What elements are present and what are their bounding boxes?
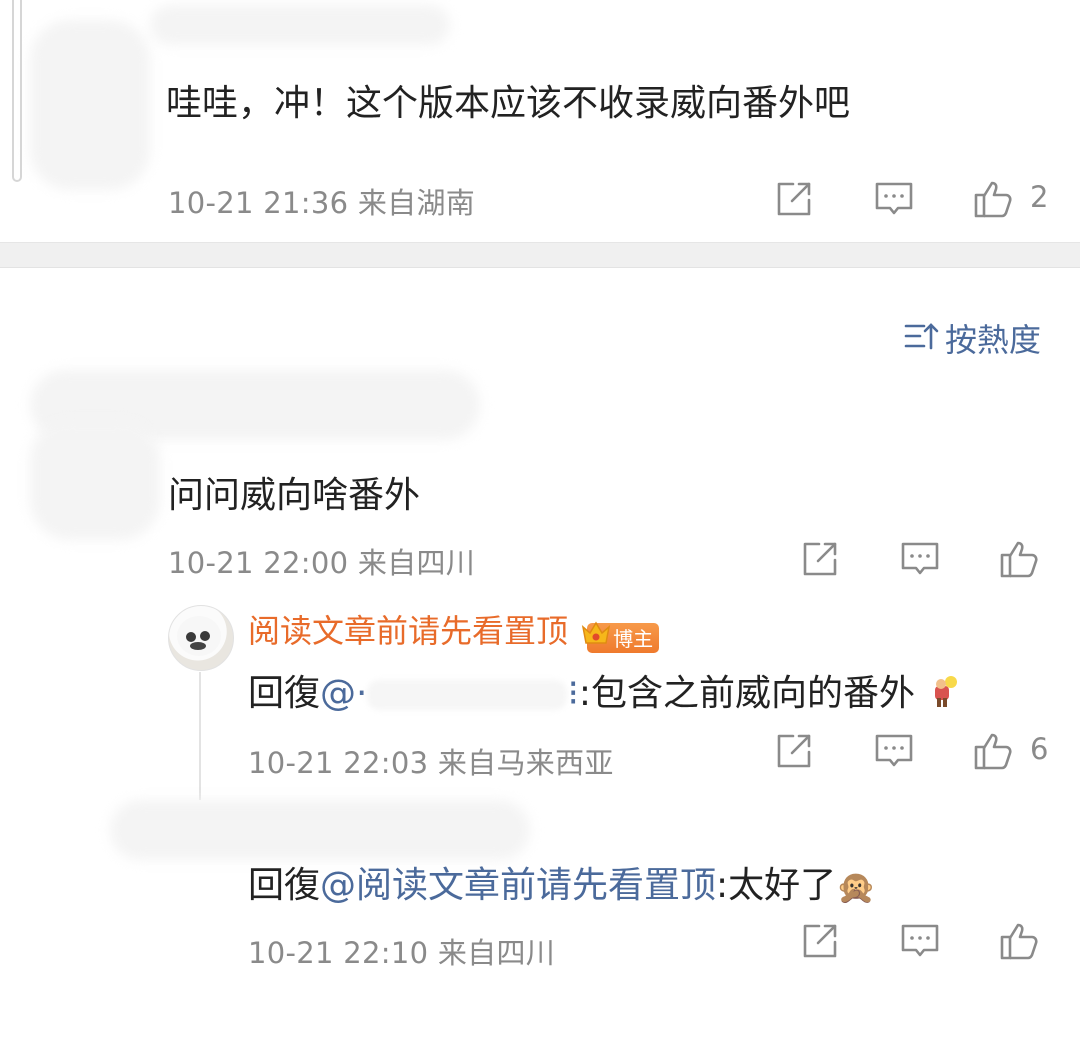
share-icon[interactable] — [773, 178, 815, 220]
share-icon[interactable] — [773, 730, 815, 772]
thumbs-up-icon[interactable] — [998, 538, 1040, 580]
comment-icon[interactable] — [899, 538, 941, 580]
reply-prefix: 回復 — [248, 865, 321, 906]
thumbs-up-icon[interactable] — [972, 178, 1014, 220]
see-no-evil-monkey-emoji: 🙊 — [836, 868, 877, 906]
badge-label: 博主 — [613, 627, 654, 651]
reply-body: :包含之前威向的番外 — [578, 673, 916, 714]
comment-icon[interactable] — [873, 730, 915, 772]
idea-person-icon — [927, 674, 961, 717]
redacted-mention — [367, 680, 568, 710]
crown-icon — [579, 617, 613, 651]
reply-meta: 10-21 22:03 来自马来西亚 — [248, 746, 614, 780]
mention-link[interactable]: @· — [320, 673, 367, 714]
blogger-badge: 博主 — [581, 621, 660, 653]
like-count: 2 — [1030, 180, 1049, 214]
avatar[interactable] — [168, 605, 234, 671]
reply-meta: 10-21 22:10 来自四川 — [248, 936, 556, 970]
sort-label: 按熱度 — [945, 321, 1042, 359]
mention-link[interactable]: @阅读文章前请先看置顶 — [320, 865, 716, 906]
thumbs-up-icon[interactable] — [998, 920, 1040, 962]
thread-line — [199, 672, 201, 800]
redacted-avatar-area — [30, 20, 150, 190]
comment-text: 哇哇，冲！这个版本应该不收录威向番外吧 — [166, 83, 851, 124]
sort-icon — [903, 320, 939, 356]
reply-author[interactable]: 阅读文章前请先看置顶 — [248, 612, 568, 650]
reply-text-row: 回復@· ⁝:包含之前威向的番外 — [248, 664, 961, 717]
sort-by-heat-button[interactable]: 按熱度 — [903, 318, 1042, 359]
comment-text: 问问威向啥番外 — [168, 475, 421, 516]
thumbs-up-icon[interactable] — [972, 730, 1014, 772]
mention-link-end[interactable]: ⁝ — [567, 673, 578, 714]
redacted-username-area — [110, 800, 530, 860]
redacted-avatar-area — [30, 420, 160, 540]
scrollbar[interactable] — [12, 0, 22, 182]
reply-text-row: 回復@阅读文章前请先看置顶:太好了🙊 — [248, 856, 876, 908]
share-icon[interactable] — [799, 920, 841, 962]
section-divider — [0, 242, 1080, 268]
redacted-username-area — [150, 5, 450, 45]
comment-icon[interactable] — [899, 920, 941, 962]
like-count: 6 — [1030, 732, 1049, 766]
reply-prefix: 回復 — [248, 673, 321, 714]
reply-author-row: 阅读文章前请先看置顶 博主 — [248, 606, 660, 653]
comment-icon[interactable] — [873, 178, 915, 220]
comment-meta: 10-21 22:00 来自四川 — [168, 546, 476, 580]
reply-body: :太好了 — [716, 865, 837, 906]
comment-meta: 10-21 21:36 来自湖南 — [168, 186, 476, 220]
share-icon[interactable] — [799, 538, 841, 580]
